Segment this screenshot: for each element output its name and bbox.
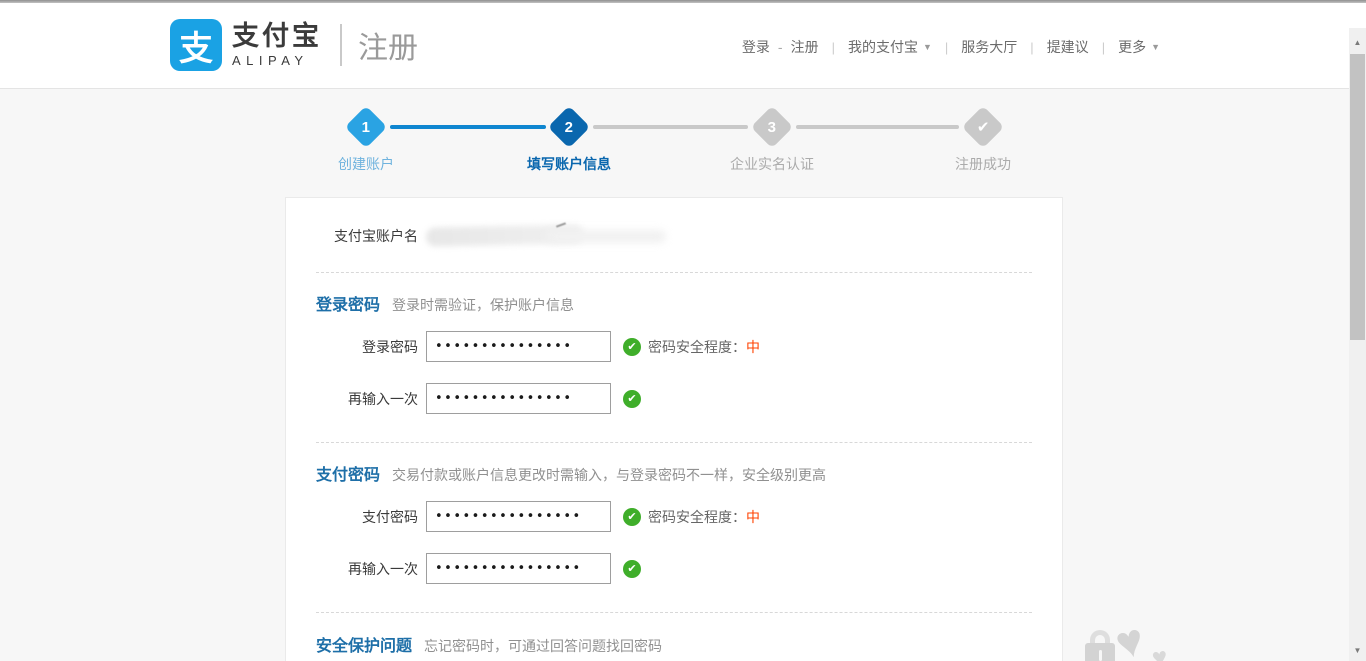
alipay-register-page: 支 支付宝 ALIPAY 注册 登录 - 注册 | 我的支付宝 ▼ | 服务大厅… [0,0,1366,661]
nav-register-link[interactable]: 注册 [791,37,819,57]
pay-password-section-title: 支付密码 [316,461,380,485]
account-name-label: 支付宝账户名 [286,226,418,246]
alipay-logo-icon: 支 [170,19,222,71]
pay-password-input[interactable] [426,501,611,532]
password-strength-text: 密码安全程度：中 [648,507,760,527]
scroll-up-button[interactable]: ▲ [1349,34,1366,51]
nav-login-link[interactable]: 登录 [742,37,770,57]
login-password-confirm-input[interactable] [426,383,611,414]
nav-my-alipay-link[interactable]: 我的支付宝 [848,37,918,57]
section-divider [316,272,1032,273]
nav-service-hall-link[interactable]: 服务大厅 [961,37,1017,57]
pay-password-confirm-input[interactable] [426,553,611,584]
step-3-marker: 3 [751,106,793,148]
top-nav: 登录 - 注册 | 我的支付宝 ▼ | 服务大厅 | 提建议 | 更多 ▼ [742,37,1160,57]
security-question-section-title: 安全保护问题 [316,632,412,656]
progress-stepper: 1 2 3 ✔ 创建账户 填写账户信息 企业实名认证 注册成功 [285,108,1063,174]
password-strength-text: 密码安全程度：中 [648,337,760,357]
brand-block: 支付宝 ALIPAY [232,23,322,67]
vertical-scrollbar[interactable]: ▲ ▼ [1349,28,1366,661]
check-circle-icon: ✔ [623,390,641,408]
step-3-label: 企业实名认证 [687,154,857,174]
step-connector-active [390,125,546,129]
brand-name: 支付宝 [232,23,322,50]
login-password-section-header: 登录密码 登录时需验证，保护账户信息 [316,291,574,315]
section-divider [316,442,1032,443]
registration-form-card: 支付宝账户名 登录密码 登录时需验证，保护账户信息 登录密码 ✔ 密码安全程度：… [285,197,1063,661]
nav-separator: | [945,40,948,55]
login-password-row: 登录密码 ✔ 密码安全程度：中 [286,331,1062,362]
login-password-section-title: 登录密码 [316,291,380,315]
step-4-check-icon: ✔ [962,106,1004,148]
scrollbar-thumb[interactable] [1350,54,1365,340]
check-circle-icon: ✔ [623,560,641,578]
pay-password-row: 支付密码 ✔ 密码安全程度：中 [286,501,1062,532]
nav-suggest-link[interactable]: 提建议 [1047,37,1089,57]
step-1-marker: 1 [345,106,387,148]
lock-icon [1085,630,1115,661]
brand-name-en: ALIPAY [232,54,322,67]
check-circle-icon: ✔ [623,338,641,356]
alipay-logo[interactable]: 支 支付宝 ALIPAY 注册 [170,19,418,71]
login-password-label: 登录密码 [286,337,418,357]
pay-password-section-desc: 交易付款或账户信息更改时需输入，与登录密码不一样，安全级别更高 [392,465,826,485]
security-question-section-desc: 忘记密码时，可通过回答问题找回密码 [424,636,662,656]
password-strength-value: 中 [746,339,760,355]
pay-password-confirm-row: 再输入一次 ✔ [286,553,1062,584]
page-title: 注册 [358,23,418,67]
pay-password-confirm-label: 再输入一次 [286,559,418,579]
chevron-down-icon[interactable]: ▼ [1151,42,1160,52]
account-name-row: 支付宝账户名 [286,224,1062,248]
chevron-down-icon[interactable]: ▼ [923,42,932,52]
step-4-label: 注册成功 [898,154,1068,174]
security-question-section-header: 安全保护问题 忘记密码时，可通过回答问题找回密码 [316,632,662,656]
login-password-input[interactable] [426,331,611,362]
login-password-confirm-label: 再输入一次 [286,389,418,409]
check-circle-icon: ✔ [623,508,641,526]
pay-password-label: 支付密码 [286,507,418,527]
scroll-down-button[interactable]: ▼ [1349,642,1366,659]
pay-password-section-header: 支付密码 交易付款或账户信息更改时需输入，与登录密码不一样，安全级别更高 [316,461,826,485]
nav-more-link[interactable]: 更多 [1118,37,1146,57]
nav-separator: | [832,40,835,55]
step-connector [593,125,748,129]
heart-icon: ♥ [1150,641,1170,661]
login-password-section-desc: 登录时需验证，保护账户信息 [392,295,574,315]
header: 支 支付宝 ALIPAY 注册 登录 - 注册 | 我的支付宝 ▼ | 服务大厅… [0,3,1366,89]
nav-separator: | [1102,40,1105,55]
header-inner: 支 支付宝 ALIPAY 注册 登录 - 注册 | 我的支付宝 ▼ | 服务大厅… [170,3,1160,88]
step-2-label: 填写账户信息 [484,154,654,174]
login-password-confirm-row: 再输入一次 ✔ [286,383,1062,414]
step-2-marker: 2 [548,106,590,148]
heart-icon: ♥ [1110,611,1150,661]
nav-dash: - [778,39,783,55]
step-1-label: 创建账户 [281,154,451,174]
nav-separator: | [1030,40,1033,55]
step-connector [796,125,959,129]
account-name-value-redacted [426,224,676,248]
logo-divider [340,24,342,66]
section-divider [316,612,1032,613]
password-strength-value: 中 [746,509,760,525]
